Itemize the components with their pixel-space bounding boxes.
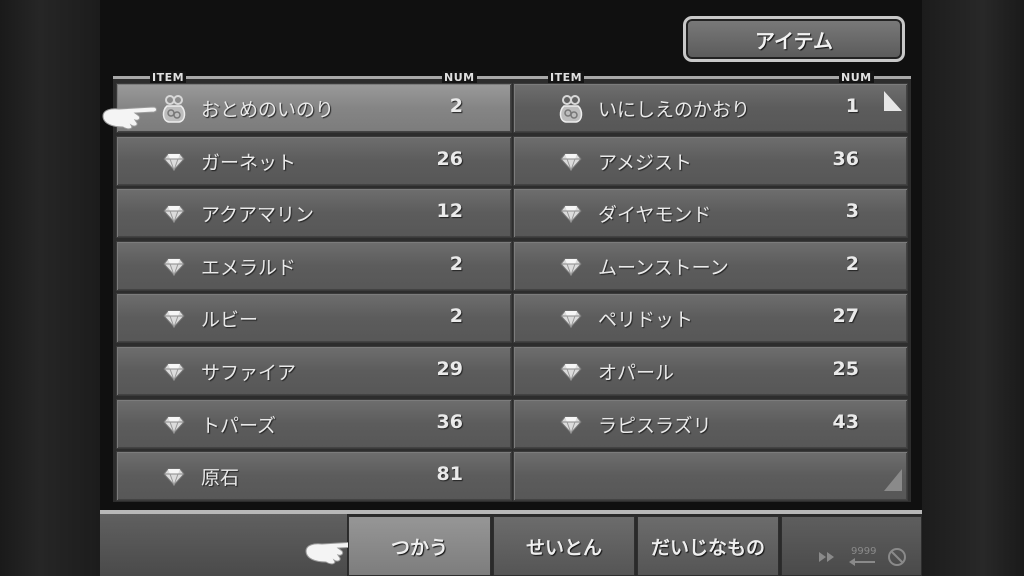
item-count: 36 <box>832 147 859 170</box>
item-row[interactable]: アクアマリン 12 <box>116 188 512 239</box>
gem-icon <box>560 205 582 224</box>
empty-item-row[interactable] <box>513 451 908 502</box>
gem-icon <box>560 310 582 329</box>
item-row[interactable]: ペリドット 27 <box>513 293 908 344</box>
item-count: 3 <box>845 200 859 223</box>
use-button[interactable]: つかう <box>348 516 491 576</box>
gem-icon <box>560 416 582 435</box>
item-row[interactable]: ダイヤモンド 3 <box>513 188 908 239</box>
item-name: アクアマリン <box>201 204 315 227</box>
item-row[interactable]: アメジスト 36 <box>513 135 908 186</box>
gem-icon <box>560 258 582 277</box>
no-encounter-icon[interactable] <box>887 547 907 567</box>
item-column-left: おとめのいのり 2 ガーネット 26 アクアマリン 12 エメラルド 2 ルビー 2 サファイア 29… <box>116 83 512 504</box>
item-row[interactable]: 原石 81 <box>116 451 512 502</box>
item-row[interactable]: ラピスラズリ 43 <box>513 398 908 449</box>
scroll-up-icon[interactable] <box>883 90 903 112</box>
item-row[interactable]: ムーンストーン 2 <box>513 240 908 291</box>
gem-icon <box>163 205 185 224</box>
item-count: 36 <box>436 410 463 433</box>
window-title: アイテム <box>683 16 905 62</box>
item-row[interactable]: ルビー 2 <box>116 293 512 344</box>
item-count: 26 <box>436 147 463 170</box>
gem-icon <box>163 416 185 435</box>
bag-icon <box>161 94 187 124</box>
item-row[interactable]: ガーネット 26 <box>116 135 512 186</box>
gem-icon <box>163 310 185 329</box>
gem-icon <box>560 153 582 172</box>
item-count: 43 <box>832 410 859 433</box>
item-name: おとめのいのり <box>201 99 335 121</box>
item-count: 25 <box>832 357 859 380</box>
item-name: 原石 <box>201 467 240 490</box>
item-count: 12 <box>436 200 463 223</box>
gem-icon <box>163 363 185 382</box>
item-row[interactable]: オパール 25 <box>513 345 908 396</box>
speed-indicator[interactable]: 9999 <box>849 546 877 566</box>
gem-icon <box>163 258 185 277</box>
item-name: ガーネット <box>201 151 297 174</box>
item-row[interactable]: おとめのいのり 2 <box>116 83 512 133</box>
scroll-down-icon[interactable] <box>883 468 903 492</box>
fast-forward-icon[interactable] <box>818 551 836 563</box>
item-row[interactable]: サファイア 29 <box>116 345 512 396</box>
item-name: いにしえのかおり <box>598 99 751 121</box>
item-count: 2 <box>449 252 463 275</box>
item-count: 2 <box>449 95 463 117</box>
item-name: ムーンストーン <box>598 256 729 279</box>
bag-icon <box>558 94 584 124</box>
item-name: ダイヤモンド <box>598 204 712 227</box>
gem-icon <box>163 468 185 487</box>
item-count: 29 <box>436 357 463 380</box>
item-name: サファイア <box>201 361 297 384</box>
arrow-left-icon <box>849 558 875 566</box>
item-row[interactable]: いにしえのかおり 1 <box>513 83 908 133</box>
right-border <box>922 0 1024 576</box>
item-name: ペリドット <box>598 309 694 332</box>
item-count: 2 <box>845 252 859 275</box>
item-name: ルビー <box>201 309 259 332</box>
item-column-right: いにしえのかおり 1 アメジスト 36 ダイヤモンド 3 ムーンストーン 2 ペリドット 27 オパ… <box>513 83 908 504</box>
item-row[interactable]: トパーズ 36 <box>116 398 512 449</box>
sort-button[interactable]: せいとん <box>493 516 635 576</box>
gem-icon <box>560 363 582 382</box>
hand-cursor-icon <box>102 106 157 130</box>
item-name: アメジスト <box>598 151 693 174</box>
item-count: 2 <box>449 305 463 328</box>
item-name: エメラルド <box>201 256 297 279</box>
speed-value: 9999 <box>851 546 877 557</box>
item-name: トパーズ <box>201 414 277 437</box>
item-row[interactable]: エメラルド 2 <box>116 240 512 291</box>
item-name: オパール <box>598 361 675 384</box>
item-count: 1 <box>845 95 859 117</box>
item-count: 81 <box>436 463 463 486</box>
item-name: ラピスラズリ <box>598 414 712 437</box>
key-items-button[interactable]: だいじなもの <box>637 516 779 576</box>
gem-icon <box>163 153 185 172</box>
item-count: 27 <box>832 305 859 328</box>
left-border <box>0 0 100 576</box>
